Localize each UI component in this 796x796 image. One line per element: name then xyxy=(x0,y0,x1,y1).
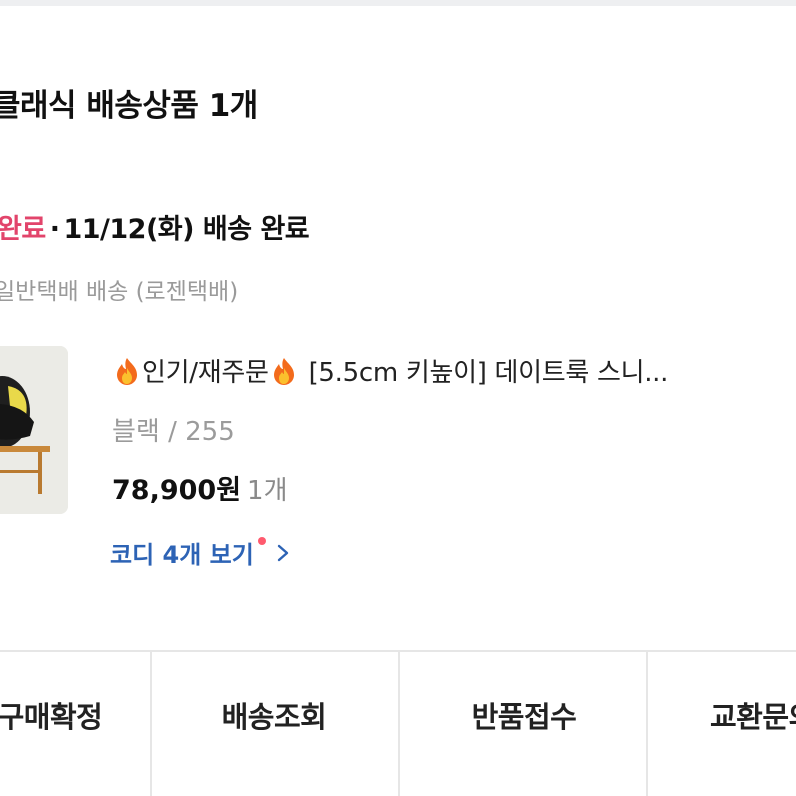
return-request-button[interactable]: 반품접수 xyxy=(400,652,648,796)
product-name[interactable]: 인기/재주문 [5.5cm 키높이] 데이트룩 스니... xyxy=(112,352,668,389)
order-group-title: 클래식 배송상품 1개 xyxy=(0,88,258,124)
product-photo-illustration xyxy=(0,346,68,514)
product-quantity: 1개 xyxy=(247,476,288,506)
chevron-right-icon xyxy=(277,544,289,561)
delivery-date: 11/12(화) 배송 완료 xyxy=(63,214,310,245)
confirm-purchase-button[interactable]: 구매확정 xyxy=(0,652,150,796)
product-option: 블랙 / 255 xyxy=(112,417,235,447)
order-action-bar: 구매확정 배송조회 반품접수 교환문의 xyxy=(0,650,796,796)
top-separator-bar xyxy=(0,0,796,6)
codi-view-link[interactable]: 코디 4개 보기 xyxy=(110,535,290,570)
product-name-badge: 인기/재주문 xyxy=(142,358,269,388)
fire-emoji-icon xyxy=(273,358,294,385)
product-name-text: [5.5cm 키높이] 데이트룩 스니... xyxy=(308,358,669,388)
price-row: 78,900원 1개 xyxy=(112,468,288,507)
carrier-info: 일반택배 배송 (로젠택배) xyxy=(0,279,239,305)
new-indicator-dot xyxy=(257,536,266,545)
codi-link-label: 코디 4개 보기 xyxy=(110,541,254,569)
fire-emoji-icon xyxy=(117,358,137,385)
track-delivery-button[interactable]: 배송조회 xyxy=(150,652,398,796)
product-thumbnail[interactable] xyxy=(0,346,68,514)
status-separator: · xyxy=(49,214,60,245)
delivery-status-line: 완료 · 11/12(화) 배송 완료 xyxy=(0,207,310,246)
delivery-status-badge: 완료 xyxy=(0,214,46,245)
product-price: 78,900원 xyxy=(112,475,242,506)
exchange-inquiry-button[interactable]: 교환문의 xyxy=(648,652,796,796)
